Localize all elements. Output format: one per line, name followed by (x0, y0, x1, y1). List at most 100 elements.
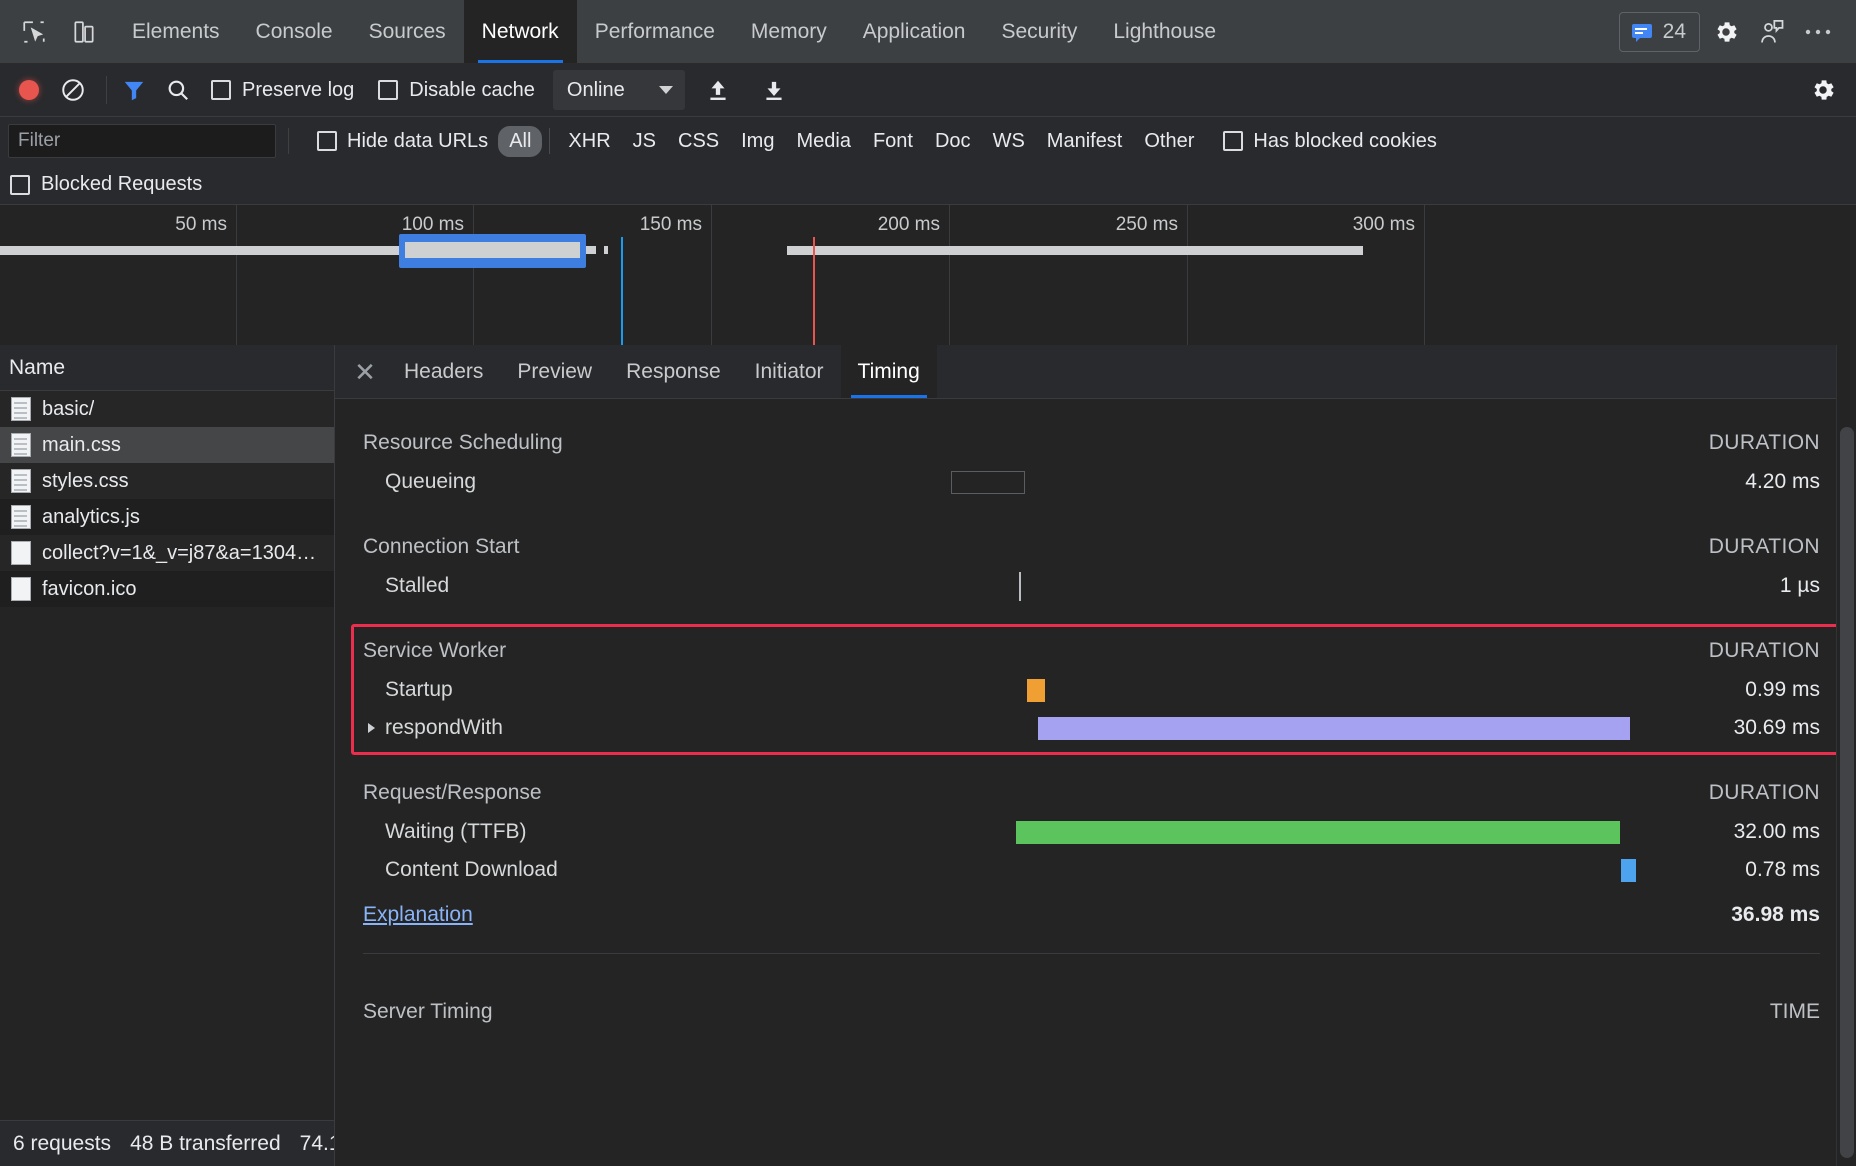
detail-tab-response[interactable]: Response (609, 345, 738, 398)
type-filter-font[interactable]: Font (862, 126, 924, 157)
request-row-analytics-js[interactable]: analytics.js (0, 499, 334, 535)
tab-console[interactable]: Console (238, 0, 351, 63)
timing-bar-startup (1027, 679, 1045, 702)
network-overview-timeline[interactable]: 50 ms 100 ms 150 ms 200 ms 250 ms 300 ms (0, 205, 1856, 345)
request-list-panel: Name basic/ main.css styles.css analytic… (0, 345, 335, 1166)
blocked-requests-control[interactable]: Blocked Requests (0, 165, 1856, 205)
request-name: main.css (42, 434, 121, 457)
timing-row-duration: 4.20 ms (1660, 470, 1820, 494)
tab-memory[interactable]: Memory (733, 0, 845, 63)
inspect-element-icon[interactable] (14, 12, 54, 52)
section-title: Request/Response (363, 781, 542, 805)
tab-lighthouse[interactable]: Lighthouse (1095, 0, 1234, 63)
preserve-log-checkbox[interactable] (211, 80, 231, 100)
tab-application[interactable]: Application (845, 0, 984, 63)
issues-counter-button[interactable]: 24 (1619, 12, 1700, 52)
network-settings-button[interactable] (1804, 71, 1842, 109)
search-button[interactable] (159, 71, 197, 109)
detail-tab-preview[interactable]: Preview (500, 345, 609, 398)
timing-row-label: Stalled (385, 574, 715, 598)
scrollbar-thumb[interactable] (1840, 427, 1854, 1158)
timing-row-label: Startup (385, 678, 715, 702)
record-button[interactable] (10, 71, 48, 109)
duration-header: DURATION (1709, 431, 1820, 455)
close-icon[interactable]: ✕ (343, 345, 387, 398)
more-options-icon[interactable] (1798, 12, 1838, 52)
tab-elements[interactable]: Elements (114, 0, 238, 63)
request-row-styles-css[interactable]: styles.css (0, 463, 334, 499)
filter-toggle-button[interactable] (115, 71, 153, 109)
section-header: Service Worker DURATION (335, 631, 1856, 671)
document-icon (11, 469, 31, 493)
hide-data-urls-checkbox[interactable] (317, 131, 337, 151)
disable-cache-checkbox[interactable] (378, 80, 398, 100)
tab-label: Response (626, 360, 721, 384)
settings-gear-icon[interactable] (1706, 12, 1746, 52)
throttling-select[interactable]: Online (553, 70, 685, 110)
timing-bar-content-download (1621, 859, 1636, 882)
timing-row-startup[interactable]: Startup 0.99 ms (335, 671, 1856, 709)
export-har-button[interactable] (755, 71, 793, 109)
type-filter-all[interactable]: All (498, 126, 542, 157)
feedback-person-icon[interactable] (1752, 12, 1792, 52)
request-row-favicon[interactable]: favicon.ico (0, 571, 334, 607)
timing-row-stalled[interactable]: Stalled 1 µs (335, 567, 1856, 605)
timing-row-label-text: respondWith (385, 716, 503, 740)
type-filter-img[interactable]: Img (730, 126, 785, 157)
disable-cache-control[interactable]: Disable cache (378, 79, 535, 102)
tab-label: Timing (858, 360, 920, 384)
timing-row-track (715, 818, 1660, 846)
has-blocked-cookies-checkbox[interactable] (1223, 131, 1243, 151)
request-name: basic/ (42, 398, 94, 421)
type-filter-css[interactable]: CSS (667, 126, 730, 157)
tab-security[interactable]: Security (983, 0, 1095, 63)
overview-request-band (0, 246, 400, 255)
section-title: Resource Scheduling (363, 431, 563, 455)
clear-button[interactable] (54, 71, 92, 109)
type-filter-media[interactable]: Media (785, 126, 861, 157)
detail-tab-timing[interactable]: Timing (841, 345, 937, 398)
timing-row-queueing[interactable]: Queueing 4.20 ms (335, 463, 1856, 501)
import-har-button[interactable] (699, 71, 737, 109)
detail-tab-headers[interactable]: Headers (387, 345, 500, 398)
main-tab-list: Elements Console Sources Network Perform… (114, 0, 1619, 63)
tab-network[interactable]: Network (464, 0, 577, 63)
duration-header: DURATION (1709, 535, 1820, 559)
request-name: collect?v=1&_v=j87&a=1304… (42, 542, 316, 565)
timing-row-respondwith[interactable]: respondWith 30.69 ms (335, 709, 1856, 747)
section-title: Service Worker (363, 639, 506, 663)
duration-header: DURATION (1709, 781, 1820, 805)
device-toolbar-icon[interactable] (64, 12, 104, 52)
type-filter-other[interactable]: Other (1133, 126, 1205, 157)
request-row-collect[interactable]: collect?v=1&_v=j87&a=1304… (0, 535, 334, 571)
tab-sources[interactable]: Sources (351, 0, 464, 63)
filter-input[interactable] (8, 124, 276, 158)
type-filter-xhr[interactable]: XHR (557, 126, 621, 157)
expand-triangle-icon[interactable] (368, 723, 375, 733)
timing-bar-waiting-ttfb (1016, 821, 1620, 844)
download-arrow-icon (761, 77, 787, 103)
tab-label: Application (863, 20, 966, 44)
type-filter-js[interactable]: JS (622, 126, 667, 157)
request-list-column-header[interactable]: Name (0, 345, 334, 391)
timing-row-waiting-ttfb[interactable]: Waiting (TTFB) 32.00 ms (335, 813, 1856, 851)
type-filter-doc[interactable]: Doc (924, 126, 982, 157)
timing-row-content-download[interactable]: Content Download 0.78 ms (335, 851, 1856, 889)
status-resources: 74.1 k (300, 1132, 334, 1156)
type-filter-ws[interactable]: WS (982, 126, 1036, 157)
tab-label: Security (1001, 20, 1077, 44)
explanation-link[interactable]: Explanation (363, 903, 473, 927)
request-row-main-css[interactable]: main.css (0, 427, 334, 463)
resource-type-filters: All XHR JS CSS Img Media Font Doc WS Man… (498, 126, 1205, 157)
request-name: favicon.ico (42, 578, 137, 601)
blocked-requests-checkbox[interactable] (10, 175, 30, 195)
hide-data-urls-control[interactable]: Hide data URLs (317, 130, 488, 153)
request-row-basic[interactable]: basic/ (0, 391, 334, 427)
tab-performance[interactable]: Performance (577, 0, 733, 63)
preserve-log-control[interactable]: Preserve log (211, 79, 354, 102)
tab-label: Preview (517, 360, 592, 384)
has-blocked-cookies-control[interactable]: Has blocked cookies (1223, 130, 1436, 153)
detail-tab-initiator[interactable]: Initiator (738, 345, 841, 398)
details-scrollbar[interactable] (1836, 345, 1856, 1166)
type-filter-manifest[interactable]: Manifest (1036, 126, 1134, 157)
